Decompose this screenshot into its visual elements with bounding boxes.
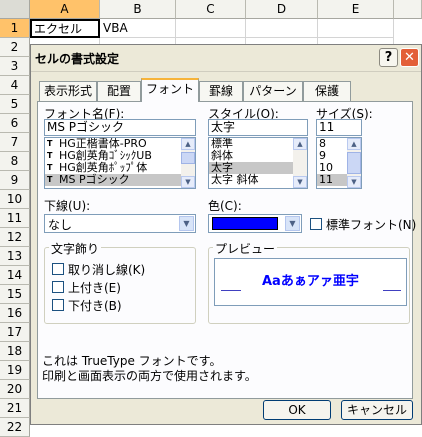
color-select[interactable]: ▼ bbox=[208, 214, 302, 233]
font-info-line-2: 印刷と画面表示の両方で使用されます。 bbox=[42, 369, 257, 383]
size-list-scrollbar[interactable]: ▲ ▼ bbox=[347, 138, 361, 188]
font-list-item-selected[interactable]: T MS Pゴシック bbox=[45, 174, 181, 186]
format-cells-dialog: セルの書式設定 ? ✕ 表示形式 配置 フォント 罫線 パターン 保護 フォント… bbox=[30, 44, 422, 425]
tab-patterns[interactable]: パターン bbox=[243, 81, 303, 101]
tab-number-format[interactable]: 表示形式 bbox=[39, 81, 97, 101]
scroll-up-icon[interactable]: ▲ bbox=[293, 138, 307, 150]
underline-select[interactable]: なし ▼ bbox=[44, 214, 196, 233]
column-header-e[interactable]: E bbox=[318, 0, 394, 19]
column-header-c[interactable]: C bbox=[176, 0, 246, 19]
row-header-7[interactable]: 7 bbox=[0, 133, 30, 152]
row-header-16[interactable]: 16 bbox=[0, 304, 30, 323]
scroll-up-icon[interactable]: ▲ bbox=[181, 138, 195, 150]
normal-font-label: 標準フォント(N) bbox=[326, 218, 417, 232]
row-header-17[interactable]: 17 bbox=[0, 323, 30, 342]
row-header-20[interactable]: 20 bbox=[0, 380, 30, 399]
row-header-18[interactable]: 18 bbox=[0, 342, 30, 361]
row-header-4[interactable]: 4 bbox=[0, 76, 30, 95]
row-header-5[interactable]: 5 bbox=[0, 95, 30, 114]
font-style-list[interactable]: 標準 斜体 太字 太字 斜体 ▲ ▼ bbox=[208, 137, 308, 189]
subscript-label: 下付き(B) bbox=[68, 299, 122, 313]
truetype-icon: T bbox=[47, 175, 53, 184]
truetype-icon: T bbox=[47, 139, 53, 148]
row-header-11[interactable]: 11 bbox=[0, 209, 30, 228]
row-header-13[interactable]: 13 bbox=[0, 247, 30, 266]
font-name-list[interactable]: T HG正楷書体-PRO T HG創英角ｺﾞｼｯｸUB T HG創英角ﾎﾟｯﾌﾟ… bbox=[44, 137, 196, 189]
row-header-9[interactable]: 9 bbox=[0, 171, 30, 190]
font-name-input[interactable]: MS Pゴシック bbox=[44, 119, 196, 136]
style-list-scrollbar[interactable]: ▲ ▼ bbox=[293, 138, 307, 188]
row-header-15[interactable]: 15 bbox=[0, 285, 30, 304]
font-size-input[interactable]: 11 bbox=[316, 119, 362, 136]
size-list-item-selected[interactable]: 11 bbox=[317, 174, 347, 186]
scroll-up-icon[interactable]: ▲ bbox=[347, 138, 361, 150]
row-header-19[interactable]: 19 bbox=[0, 361, 30, 380]
truetype-icon: T bbox=[47, 151, 53, 160]
row-header-22[interactable]: 22 bbox=[0, 418, 30, 437]
font-size-list[interactable]: 8 9 10 11 ▲ ▼ bbox=[316, 137, 362, 189]
scroll-down-icon[interactable]: ▼ bbox=[347, 176, 361, 188]
scroll-down-icon[interactable]: ▼ bbox=[293, 176, 307, 188]
row-header-2[interactable]: 2 bbox=[0, 38, 30, 57]
ok-button[interactable]: OK bbox=[263, 400, 331, 420]
font-list-scrollbar[interactable]: ▲ ▼ bbox=[181, 138, 195, 188]
tab-font[interactable]: フォント bbox=[141, 78, 199, 102]
tab-protection[interactable]: 保護 bbox=[303, 81, 351, 101]
row-header-8[interactable]: 8 bbox=[0, 152, 30, 171]
font-tab-panel: フォント名(F): MS Pゴシック T HG正楷書体-PRO T HG創英角ｺ… bbox=[37, 101, 417, 399]
select-all-corner[interactable] bbox=[0, 0, 30, 19]
cell-a1[interactable]: エクセル bbox=[30, 19, 100, 38]
baseline-left bbox=[221, 290, 241, 291]
chevron-down-icon[interactable]: ▼ bbox=[285, 216, 300, 231]
row-header-14[interactable]: 14 bbox=[0, 266, 30, 285]
dialog-titlebar[interactable]: セルの書式設定 ? ✕ bbox=[31, 45, 421, 72]
cell-e1[interactable] bbox=[318, 19, 394, 38]
preview-text: Aaあぁアァ亜宇 bbox=[262, 274, 359, 289]
row-header-12[interactable]: 12 bbox=[0, 228, 30, 247]
baseline-right bbox=[383, 290, 401, 291]
subscript-checkbox[interactable] bbox=[52, 299, 64, 311]
column-header-b[interactable]: B bbox=[100, 0, 176, 19]
row-header-10[interactable]: 10 bbox=[0, 190, 30, 209]
close-button[interactable]: ✕ bbox=[400, 48, 419, 67]
tab-alignment[interactable]: 配置 bbox=[97, 81, 141, 101]
row-header-6[interactable]: 6 bbox=[0, 114, 30, 133]
scroll-thumb[interactable] bbox=[181, 152, 195, 164]
chevron-down-icon[interactable]: ▼ bbox=[179, 216, 194, 231]
superscript-label: 上付き(E) bbox=[68, 281, 121, 295]
row-header-1[interactable]: 1 bbox=[0, 19, 30, 38]
font-style-input[interactable]: 太字 bbox=[208, 119, 308, 136]
help-button[interactable]: ? bbox=[379, 48, 398, 67]
row-header-21[interactable]: 21 bbox=[0, 399, 30, 418]
underline-value: なし bbox=[48, 218, 73, 232]
scroll-thumb[interactable] bbox=[347, 152, 361, 174]
preview-group-title: プレビュー bbox=[213, 240, 278, 257]
cancel-button[interactable]: キャンセル bbox=[341, 400, 413, 420]
column-header-a[interactable]: A bbox=[30, 0, 100, 19]
cell-b1[interactable]: VBA bbox=[100, 19, 176, 38]
cell-c1[interactable] bbox=[176, 19, 246, 38]
strikethrough-checkbox[interactable] bbox=[52, 263, 64, 275]
column-header-d[interactable]: D bbox=[246, 0, 318, 19]
superscript-checkbox[interactable] bbox=[52, 281, 64, 293]
column-header-partial[interactable] bbox=[394, 0, 422, 19]
row-header-3[interactable]: 3 bbox=[0, 57, 30, 76]
cell-d1[interactable] bbox=[246, 19, 318, 38]
dialog-title: セルの書式設定 bbox=[35, 52, 120, 66]
effects-group-title: 文字飾り bbox=[49, 240, 102, 257]
underline-label: 下線(U): bbox=[44, 199, 91, 213]
preview-box: Aaあぁアァ亜宇 bbox=[214, 258, 407, 306]
tab-border[interactable]: 罫線 bbox=[199, 81, 243, 101]
scroll-down-icon[interactable]: ▼ bbox=[181, 176, 195, 188]
color-swatch bbox=[212, 217, 278, 230]
truetype-icon: T bbox=[47, 163, 53, 172]
normal-font-checkbox[interactable] bbox=[310, 218, 322, 230]
strikethrough-label: 取り消し線(K) bbox=[68, 263, 146, 277]
color-label: 色(C): bbox=[208, 199, 242, 213]
